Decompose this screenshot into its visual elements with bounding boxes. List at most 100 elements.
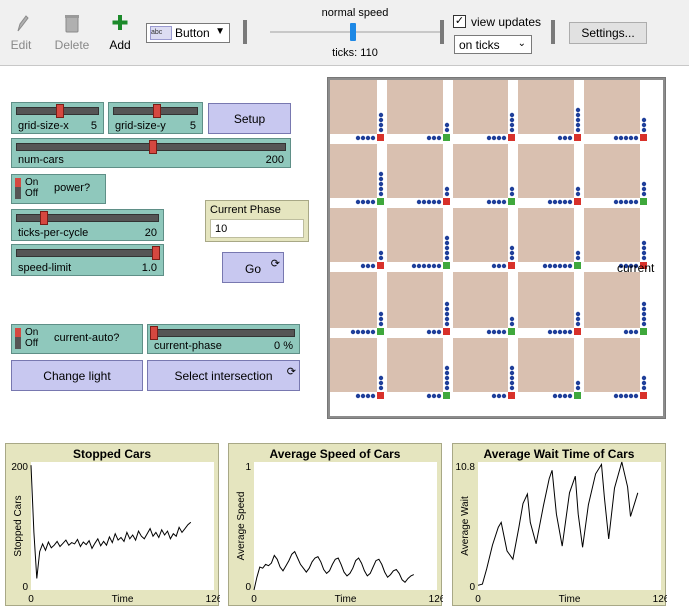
toolbar: Edit Delete Add abc Button ▼ normal spee… xyxy=(0,0,689,66)
car xyxy=(552,199,558,205)
world-view[interactable]: current xyxy=(327,77,666,419)
car xyxy=(575,186,581,192)
car xyxy=(575,385,581,391)
y-axis-label: Stopped Cars xyxy=(13,495,24,556)
car xyxy=(633,329,639,335)
car xyxy=(547,263,553,269)
car xyxy=(491,199,497,205)
car xyxy=(567,329,573,335)
speed-label: normal speed xyxy=(321,7,389,19)
car xyxy=(426,199,432,205)
car xyxy=(641,245,647,251)
power-switch[interactable]: On Off power? xyxy=(11,174,106,204)
forever-arrows-icon: ⟳ xyxy=(286,366,296,378)
car xyxy=(378,316,384,322)
car xyxy=(509,321,515,327)
switch-toggle[interactable] xyxy=(15,328,21,349)
car xyxy=(365,393,371,399)
chevron-down-icon: ⌄ xyxy=(517,38,526,49)
ticks-per-cycle-slider[interactable]: ticks-per-cycle 20 xyxy=(11,209,164,241)
num-cars-slider[interactable]: num-cars 200 xyxy=(11,138,291,168)
y-max-tick: 200 xyxy=(11,462,28,473)
car xyxy=(557,393,563,399)
car xyxy=(444,250,450,256)
plot-area xyxy=(254,462,437,590)
change-light-button[interactable]: Change light xyxy=(11,360,143,391)
car xyxy=(444,127,450,133)
car xyxy=(444,301,450,307)
city-block xyxy=(584,80,640,134)
car xyxy=(444,370,450,376)
car xyxy=(496,263,502,269)
settings-button[interactable]: Settings... xyxy=(569,22,647,44)
grid-size-x-slider[interactable]: grid-size-x 5 xyxy=(11,102,104,134)
car xyxy=(575,107,581,113)
car xyxy=(378,250,384,256)
traffic-light xyxy=(377,134,384,141)
car xyxy=(567,199,573,205)
slider-thumb[interactable] xyxy=(152,246,160,260)
y-min-tick: 0 xyxy=(22,582,28,593)
car xyxy=(613,135,619,141)
speed-slider-thumb[interactable] xyxy=(350,23,356,41)
car xyxy=(628,199,634,205)
car xyxy=(641,127,647,133)
car xyxy=(444,191,450,197)
car xyxy=(509,127,515,133)
car xyxy=(641,321,647,327)
speed-limit-slider[interactable]: speed-limit 1.0 xyxy=(11,244,164,276)
car xyxy=(426,393,432,399)
setup-button[interactable]: Setup xyxy=(208,103,291,134)
slider-thumb[interactable] xyxy=(56,104,64,118)
slider-thumb[interactable] xyxy=(153,104,161,118)
traffic-grid[interactable]: current xyxy=(330,80,663,416)
slider-thumb[interactable] xyxy=(40,211,48,225)
city-block xyxy=(584,144,640,198)
edit-label: Edit xyxy=(10,38,32,52)
traffic-light xyxy=(508,262,515,269)
city-block xyxy=(584,272,640,328)
add-button[interactable]: Add xyxy=(105,12,135,52)
car xyxy=(444,306,450,312)
widget-type-select[interactable]: abc Button ▼ xyxy=(146,23,230,43)
traffic-light xyxy=(443,134,450,141)
car xyxy=(547,199,553,205)
slider-thumb[interactable] xyxy=(150,326,158,340)
car xyxy=(557,199,563,205)
car xyxy=(444,316,450,322)
go-button[interactable]: Go ⟳ xyxy=(222,252,284,283)
grid-size-y-slider[interactable]: grid-size-y 5 xyxy=(108,102,203,134)
current-phase-slider[interactable]: current-phase 0 % xyxy=(147,324,300,354)
car xyxy=(633,199,639,205)
city-block xyxy=(453,272,508,328)
average-speed-plot: Average Speed of Cars 1 0 0 126 Time Average … xyxy=(228,443,443,606)
car xyxy=(567,135,573,141)
y-axis-label: Average Speed xyxy=(236,492,247,561)
car xyxy=(365,263,371,269)
city-block xyxy=(330,338,377,392)
car xyxy=(628,329,634,335)
update-mode-select[interactable]: on ticks ⌄ xyxy=(454,35,532,54)
city-block xyxy=(518,80,574,134)
current-auto-switch[interactable]: On Off current-auto? xyxy=(11,324,143,354)
car xyxy=(623,393,629,399)
car xyxy=(501,135,507,141)
view-updates-checkbox[interactable]: ✓ xyxy=(453,15,466,28)
traffic-light xyxy=(377,198,384,205)
select-intersection-button[interactable]: Select intersection ⟳ xyxy=(147,360,300,391)
car xyxy=(444,235,450,241)
city-block xyxy=(387,272,443,328)
city-block xyxy=(330,80,377,134)
car xyxy=(633,393,639,399)
traffic-light xyxy=(574,328,581,335)
car xyxy=(509,191,515,197)
car xyxy=(444,365,450,371)
car xyxy=(641,250,647,256)
slider-thumb[interactable] xyxy=(149,140,157,154)
car xyxy=(501,329,507,335)
switch-toggle[interactable] xyxy=(15,178,21,199)
car xyxy=(575,250,581,256)
edit-button[interactable]: Edit xyxy=(6,12,36,52)
delete-button[interactable]: Delete xyxy=(52,12,92,52)
city-block xyxy=(453,208,508,262)
